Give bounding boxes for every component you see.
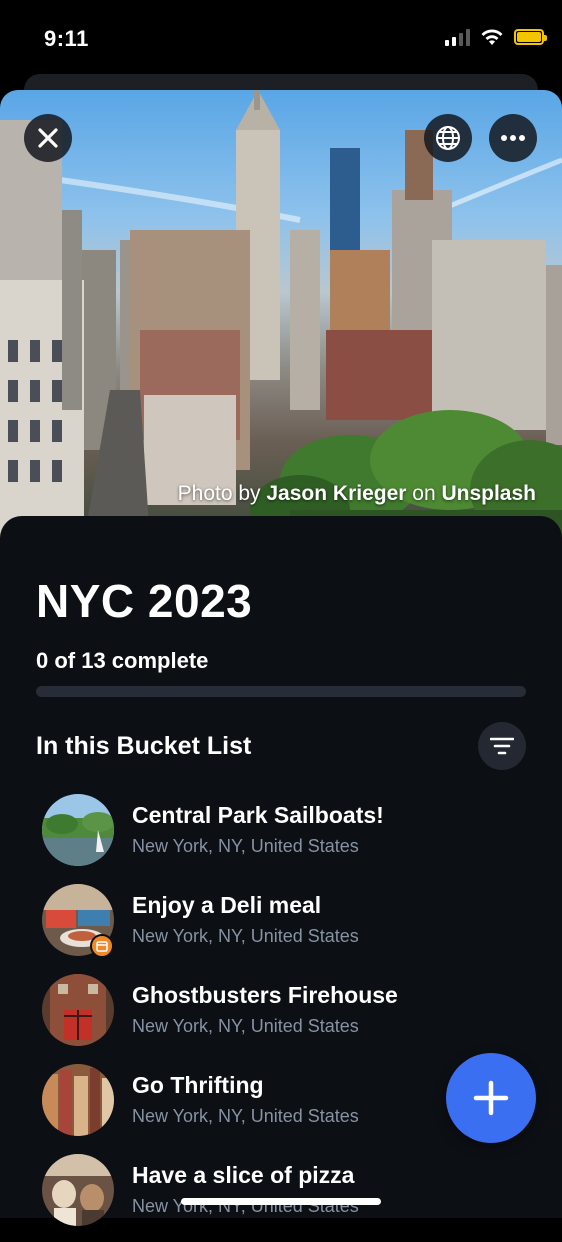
status-time: 9:11 <box>44 26 89 51</box>
item-location: New York, NY, United States <box>132 926 359 946</box>
item-thumbnail <box>42 794 114 866</box>
calendar-icon <box>96 941 108 952</box>
scheduled-badge <box>90 934 114 958</box>
close-icon <box>38 128 58 148</box>
list-item[interactable]: Ghostbusters Firehouse New York, NY, Uni… <box>0 972 562 1062</box>
item-location: New York, NY, United States <box>132 1016 359 1036</box>
battery-icon <box>514 29 547 45</box>
item-title: Have a slice of pizza <box>132 1162 355 1188</box>
item-title: Go Thrifting <box>132 1072 264 1098</box>
wifi-icon <box>481 29 503 45</box>
section-title: In this Bucket List <box>36 732 252 760</box>
item-thumbnail <box>42 1064 114 1136</box>
item-title: Ghostbusters Firehouse <box>132 982 398 1008</box>
globe-icon <box>436 126 460 150</box>
filter-icon <box>490 737 514 755</box>
list-item[interactable]: Enjoy a Deli meal New York, NY, United S… <box>0 882 562 972</box>
item-thumbnail <box>42 1154 114 1226</box>
cellular-signal-icon <box>445 28 470 46</box>
progress-text: 0 of 13 complete <box>36 648 209 673</box>
globe-button[interactable] <box>424 114 472 162</box>
cover-photo: Photo by Jason Krieger on Unsplash <box>0 90 562 540</box>
city-skyline-image <box>0 90 562 540</box>
close-button[interactable] <box>24 114 72 162</box>
home-indicator[interactable] <box>181 1198 381 1205</box>
photo-credit-prefix: Photo by <box>177 482 267 505</box>
list-item[interactable]: Central Park Sailboats! New York, NY, Un… <box>0 792 562 882</box>
plus-icon <box>473 1080 509 1116</box>
photo-credit-author[interactable]: Jason Krieger <box>266 482 406 505</box>
add-item-button[interactable] <box>446 1053 536 1143</box>
more-options-button[interactable] <box>489 114 537 162</box>
more-icon <box>501 135 525 141</box>
item-thumbnail <box>42 974 114 1046</box>
bucket-list-items: Central Park Sailboats! New York, NY, Un… <box>0 792 562 1242</box>
page-title: NYC 2023 <box>36 575 253 627</box>
item-title: Central Park Sailboats! <box>132 802 384 828</box>
item-location: New York, NY, United States <box>132 836 359 856</box>
list-item[interactable]: Have a slice of pizza New York, NY, Unit… <box>0 1152 562 1242</box>
item-location: New York, NY, United States <box>132 1106 359 1126</box>
status-icons <box>445 28 547 46</box>
filter-button[interactable] <box>478 722 526 770</box>
photo-credit-mid: on <box>406 482 442 505</box>
photo-credit: Photo by Jason Krieger on Unsplash <box>178 482 536 506</box>
item-title: Enjoy a Deli meal <box>132 892 322 918</box>
photo-credit-source[interactable]: Unsplash <box>441 482 536 505</box>
progress-bar <box>36 686 526 697</box>
